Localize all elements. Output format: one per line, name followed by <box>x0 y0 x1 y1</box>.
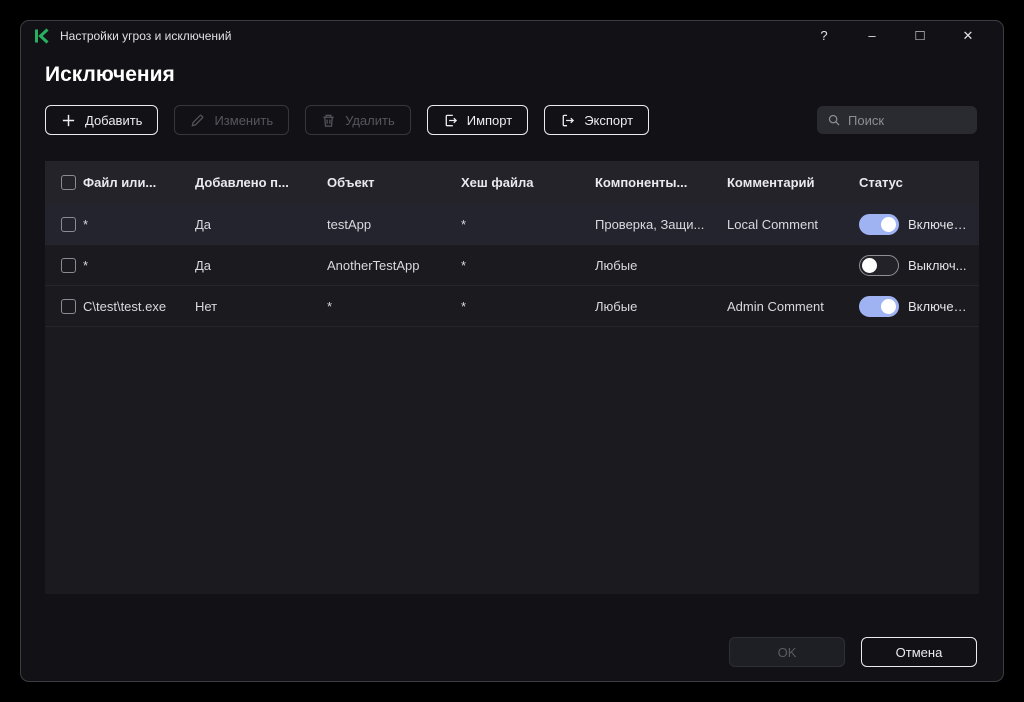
maximize-button[interactable]: □ <box>903 21 937 51</box>
help-button[interactable]: ? <box>807 21 841 51</box>
edit-button[interactable]: Изменить <box>174 105 290 135</box>
status-label: Выключ... <box>908 257 967 273</box>
cell-file: C\test\test.exe <box>83 298 167 314</box>
status-toggle[interactable] <box>859 213 899 235</box>
delete-button-label: Удалить <box>345 112 395 128</box>
column-header-added-by: Добавлено п... <box>195 175 327 190</box>
cell-added-by: Нет <box>195 298 218 314</box>
column-header-components: Компоненты... <box>595 175 688 190</box>
cell-hash: * <box>461 298 467 314</box>
app-window: Настройки угроз и исключений ? – □ ✕ Иск… <box>20 20 1004 682</box>
window-controls: ? – □ ✕ <box>793 21 985 51</box>
import-button[interactable]: Импорт <box>426 105 529 135</box>
dialog-footer: OK Отмена <box>729 637 977 667</box>
search-box <box>817 106 977 134</box>
import-icon <box>445 114 457 126</box>
ok-button[interactable]: OK <box>729 637 845 667</box>
export-button[interactable]: Экспорт <box>544 105 650 135</box>
cell-added-by: Да <box>195 257 212 273</box>
cell-object: * <box>327 298 333 314</box>
export-button-label: Экспорт <box>584 112 634 128</box>
window-title: Настройки угроз и исключений <box>60 29 232 43</box>
cell-components: Любые <box>595 298 638 314</box>
table-row[interactable]: * Да testApp * Проверка, Защи... Local C… <box>45 204 979 245</box>
cell-comment: Admin Comment <box>727 298 824 314</box>
column-header-status: Статус <box>859 175 903 190</box>
toggle-knob <box>881 298 896 314</box>
delete-button[interactable]: Удалить <box>305 105 411 135</box>
cell-components: Любые <box>595 257 638 273</box>
minimize-button[interactable]: – <box>855 21 889 51</box>
export-icon <box>562 114 575 126</box>
toolbar: Добавить Изменить Удалить Импорт Экспорт… <box>45 105 977 135</box>
edit-button-label: Изменить <box>214 112 274 128</box>
table-header-row: Файл или... Добавлено п... Объект Хеш фа… <box>45 161 979 204</box>
page-title: Исключения <box>45 63 175 86</box>
cell-components: Проверка, Защи... <box>595 216 705 232</box>
trash-icon <box>323 114 334 127</box>
row-checkbox[interactable] <box>61 216 76 232</box>
select-all-checkbox[interactable] <box>61 175 76 190</box>
cell-object: AnotherTestApp <box>327 257 420 273</box>
cell-object: testApp <box>327 216 372 232</box>
search-input[interactable] <box>848 112 967 128</box>
search-icon <box>828 114 840 126</box>
status-label: Включено <box>908 216 967 232</box>
column-header-object: Объект <box>327 175 461 190</box>
titlebar: Настройки угроз и исключений ? – □ ✕ <box>21 21 1003 51</box>
toggle-knob <box>862 257 877 273</box>
cell-comment: Local Comment <box>727 216 819 232</box>
cell-added-by: Да <box>195 216 212 232</box>
add-button-label: Добавить <box>85 112 143 128</box>
add-button[interactable]: Добавить <box>45 105 159 135</box>
pencil-icon <box>191 114 204 126</box>
kaspersky-logo-icon <box>34 28 50 44</box>
row-checkbox[interactable] <box>61 257 76 273</box>
row-checkbox[interactable] <box>61 298 76 314</box>
table-row[interactable]: C\test\test.exe Нет * * Любые Admin Comm… <box>45 286 979 327</box>
close-button[interactable]: ✕ <box>951 21 985 51</box>
column-header-hash: Хеш файла <box>461 175 595 190</box>
cell-file: * <box>83 216 89 232</box>
exclusions-table: Файл или... Добавлено п... Объект Хеш фа… <box>45 161 979 594</box>
table-row[interactable]: * Да AnotherTestApp * Любые Выключ... <box>45 245 979 286</box>
status-label: Включено <box>908 298 967 314</box>
column-header-file: Файл или... <box>83 175 195 190</box>
status-toggle[interactable] <box>859 254 899 276</box>
cell-file: * <box>83 257 89 273</box>
plus-icon <box>62 114 75 126</box>
status-toggle[interactable] <box>859 295 899 317</box>
column-header-comment: Комментарий <box>727 175 815 190</box>
toggle-knob <box>881 216 896 232</box>
import-button-label: Импорт <box>466 112 513 128</box>
cell-hash: * <box>461 216 467 232</box>
cell-hash: * <box>461 257 467 273</box>
cancel-button[interactable]: Отмена <box>861 637 977 667</box>
